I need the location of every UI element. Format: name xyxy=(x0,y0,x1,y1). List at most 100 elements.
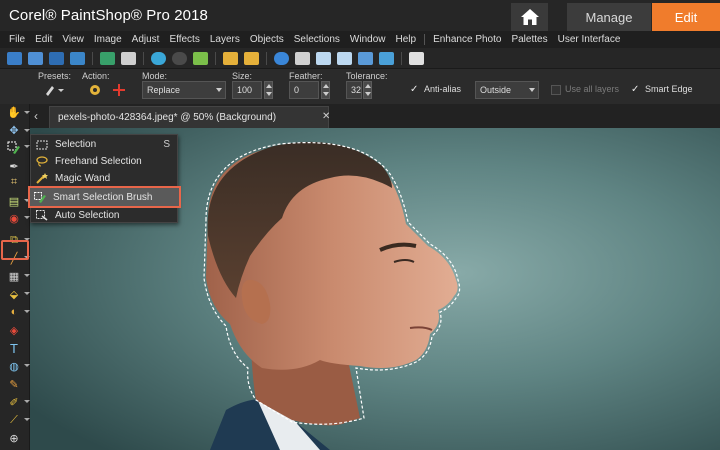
menu-image[interactable]: Image xyxy=(89,34,127,45)
art-media-icon[interactable]: ✐ xyxy=(4,394,24,410)
tool-options-bar: Presets: Action: Mode: Replace Size: 100… xyxy=(0,68,720,104)
menu-file[interactable]: File xyxy=(4,34,30,45)
tools-palette: ✋ ✥ ✒ ⌗ ▤ ◉ ⧉ ╱ ▦ ⬙ ◐ ◈ T ◍ ✎ ✐ ⟋ ⊕ xyxy=(0,104,30,450)
browse-icon[interactable] xyxy=(28,51,43,65)
zoom-fit-icon[interactable] xyxy=(295,51,310,65)
share-icon[interactable] xyxy=(100,51,115,65)
menu-enhance-photo[interactable]: Enhance Photo xyxy=(428,34,506,45)
menu-selections[interactable]: Selections xyxy=(289,34,345,45)
chevron-left-icon[interactable]: ‹ xyxy=(34,109,38,123)
toolbar-divider xyxy=(143,51,144,65)
tolerance-stepper[interactable] xyxy=(363,81,372,99)
oil-brush-icon[interactable]: ⟋ xyxy=(4,412,24,428)
anti-alias-mode-dropdown[interactable]: Outside xyxy=(475,81,539,99)
copy-icon[interactable] xyxy=(409,51,424,65)
mode-label: Mode: xyxy=(142,71,168,81)
feather-input[interactable]: 0 xyxy=(289,81,319,99)
close-icon[interactable]: ✕ xyxy=(322,111,330,122)
flyout-item-magic-wand[interactable]: Magic Wand xyxy=(32,170,178,187)
feather-stepper[interactable] xyxy=(321,81,330,99)
menu-view[interactable]: View xyxy=(57,34,89,45)
save-icon[interactable] xyxy=(49,51,64,65)
tolerance-value: 32 xyxy=(351,85,362,95)
action-cancel-icon[interactable] xyxy=(112,83,126,97)
document-tab[interactable]: pexels-photo-428364.jpeg* @ 50% (Backgro… xyxy=(49,106,329,128)
toolbar-divider xyxy=(266,51,267,65)
document-tabs: ‹ pexels-photo-428364.jpeg* @ 50% (Backg… xyxy=(30,104,720,128)
menu-palettes[interactable]: Palettes xyxy=(506,34,552,45)
flyout-item-auto-selection[interactable]: Auto Selection xyxy=(32,207,178,224)
menu-objects[interactable]: Objects xyxy=(245,34,289,45)
tab-edit[interactable]: Edit xyxy=(652,3,720,31)
toolbar-divider xyxy=(215,51,216,65)
size-stepper[interactable] xyxy=(264,81,273,99)
anti-alias-checkbox[interactable]: ✓ xyxy=(410,85,420,95)
chevron-down-icon xyxy=(216,88,222,92)
flyout-item-smart-selection-brush[interactable]: Smart Selection Brush xyxy=(28,186,181,208)
menu-adjust[interactable]: Adjust xyxy=(127,34,165,45)
action-apply-icon[interactable] xyxy=(88,83,102,97)
red-eye-icon[interactable]: ◉ xyxy=(4,210,24,226)
color-changer-icon[interactable]: ◐ xyxy=(4,304,24,320)
full-screen-icon[interactable] xyxy=(337,51,352,65)
undo-icon[interactable] xyxy=(151,51,166,65)
smart-edge-checkbox[interactable]: ✓ xyxy=(631,85,641,95)
tab-manage[interactable]: Manage xyxy=(567,3,651,31)
anti-alias-label: Anti-alias xyxy=(424,84,462,94)
gradient-icon[interactable]: ▦ xyxy=(4,268,24,284)
action-label: Action: xyxy=(82,71,110,81)
redo-icon[interactable] xyxy=(172,51,187,65)
magic-wand-icon xyxy=(36,173,48,184)
menu-bar: File Edit View Image Adjust Effects Laye… xyxy=(0,31,720,48)
menu-help[interactable]: Help xyxy=(390,34,421,45)
toolbar-divider xyxy=(92,51,93,65)
fill-icon[interactable]: ⬙ xyxy=(4,286,24,302)
print-icon[interactable] xyxy=(121,51,136,65)
straighten-icon[interactable]: ▤ xyxy=(4,193,24,209)
learning-center-icon[interactable] xyxy=(358,51,373,65)
menu-layers[interactable]: Layers xyxy=(205,34,245,45)
eraser-icon[interactable]: ◈ xyxy=(4,322,24,338)
mode-dropdown[interactable]: Replace xyxy=(142,81,226,99)
text-icon[interactable]: T xyxy=(4,340,24,356)
tolerance-input[interactable]: 32 xyxy=(346,81,362,99)
fit-window-icon[interactable] xyxy=(316,51,331,65)
info-icon[interactable] xyxy=(274,51,289,65)
size-value: 100 xyxy=(237,85,253,95)
title-bar: Corel® PaintShop® Pro 2018 Manage Edit xyxy=(0,0,720,31)
lasso-icon xyxy=(36,156,48,167)
undo-history-icon[interactable] xyxy=(223,51,238,65)
smart-selection-brush-icon[interactable] xyxy=(4,140,24,156)
menu-divider xyxy=(424,34,426,45)
preset-shape-icon[interactable]: ◍ xyxy=(4,358,24,374)
smart-selection-brush-icon xyxy=(34,191,46,203)
standard-toolbar xyxy=(0,48,720,68)
move-icon[interactable]: ✥ xyxy=(4,122,24,138)
size-label: Size: xyxy=(232,71,253,81)
pan-icon[interactable]: ✋ xyxy=(4,104,24,120)
menu-edit[interactable]: Edit xyxy=(30,34,57,45)
home-button[interactable] xyxy=(511,3,548,31)
crop-icon[interactable]: ⌗ xyxy=(4,174,24,190)
menu-effects[interactable]: Effects xyxy=(164,34,204,45)
mode-value: Replace xyxy=(147,85,181,95)
zoom-icon[interactable]: ⊕ xyxy=(4,430,24,446)
redo-history-icon[interactable] xyxy=(244,51,259,65)
new-icon[interactable] xyxy=(7,51,22,65)
menu-user-interface[interactable]: User Interface xyxy=(553,34,626,45)
image-icon[interactable] xyxy=(379,51,394,65)
presets-dropdown[interactable] xyxy=(38,81,68,99)
document-tab-label: pexels-photo-428364.jpeg* @ 50% (Backgro… xyxy=(58,112,277,123)
app-title: Corel® PaintShop® Pro 2018 xyxy=(9,7,208,24)
flyout-item-label: Magic Wand xyxy=(55,173,111,184)
dropper-icon[interactable]: ✒ xyxy=(4,158,24,174)
menu-window[interactable]: Window xyxy=(345,34,391,45)
flyout-item-freehand-selection[interactable]: Freehand Selection xyxy=(32,153,178,170)
pen-icon[interactable]: ✎ xyxy=(4,376,24,392)
flyout-item-selection[interactable]: Selection S xyxy=(32,136,178,153)
use-all-layers-checkbox[interactable] xyxy=(551,85,561,95)
save-as-icon[interactable] xyxy=(70,51,85,65)
crop-to-selection-icon[interactable] xyxy=(193,51,208,65)
flyout-item-label: Freehand Selection xyxy=(55,156,142,167)
size-input[interactable]: 100 xyxy=(232,81,262,99)
